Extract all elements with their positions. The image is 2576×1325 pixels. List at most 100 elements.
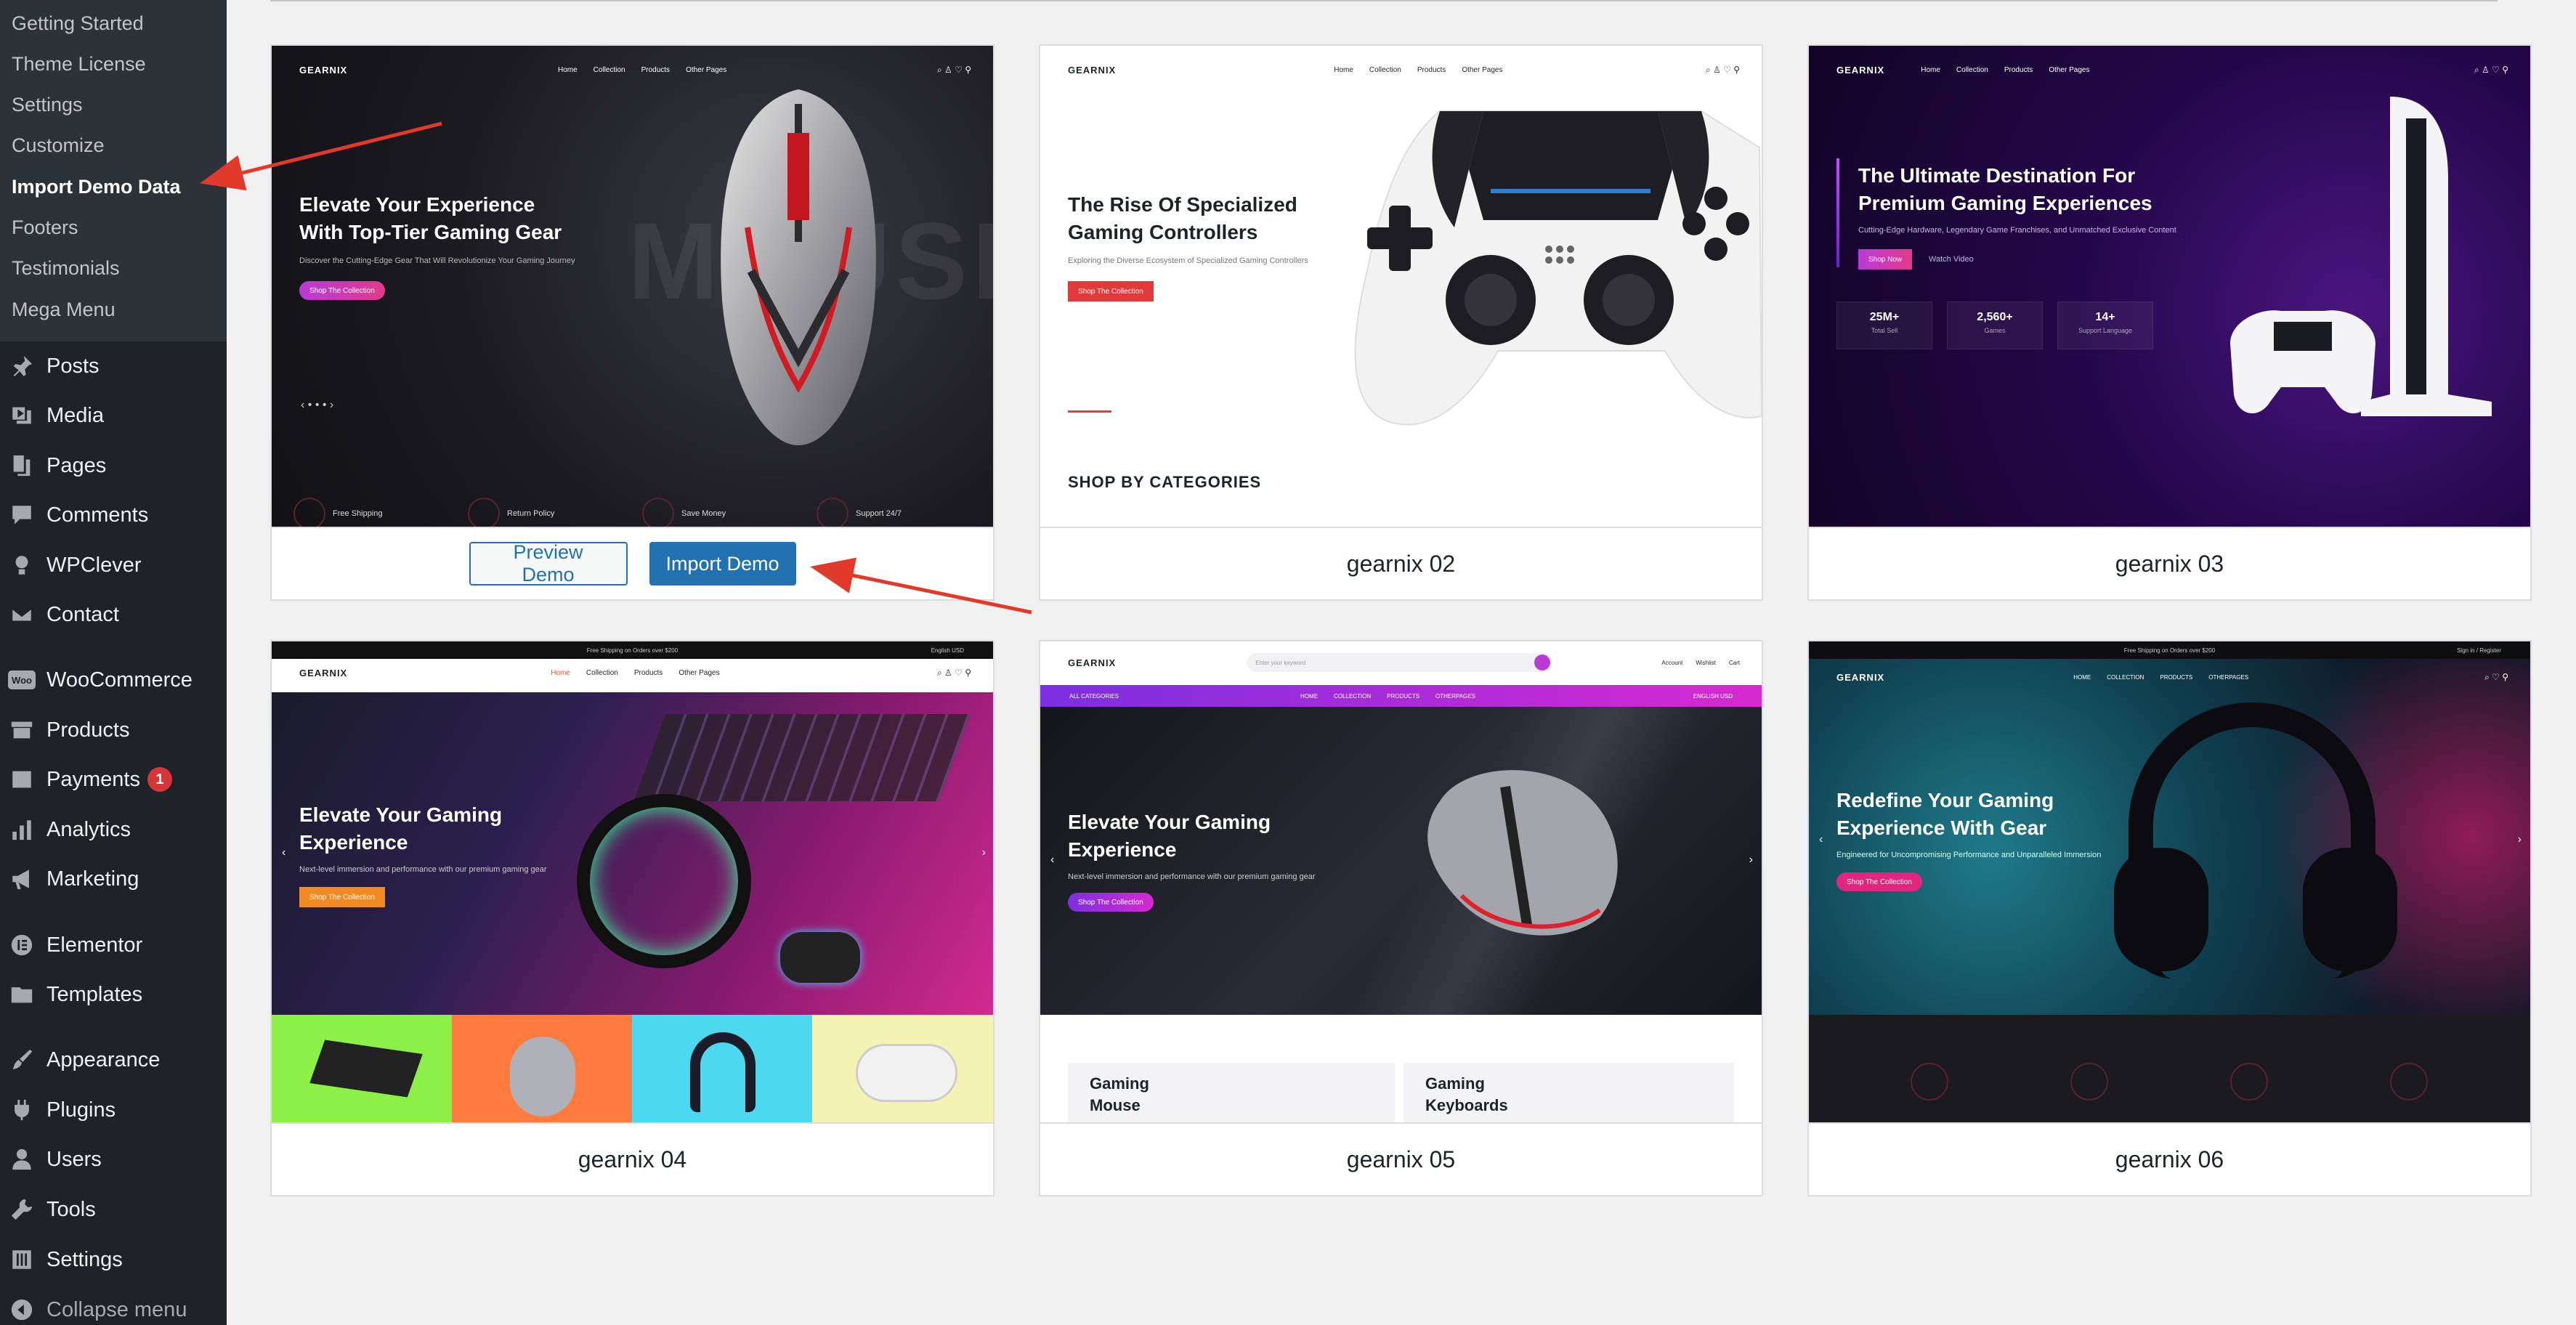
demo-thumbnail[interactable]: Free Shipping on Orders over $200 Sign i… xyxy=(1809,641,2530,1122)
submenu-footers[interactable]: Footers xyxy=(12,215,78,240)
demo-card-gearnix-04[interactable]: Free Shipping on Orders over $200 Englis… xyxy=(270,640,995,1196)
menu-item-users[interactable]: Users xyxy=(7,1141,102,1178)
watch-video-link: Watch Video xyxy=(1929,255,1974,264)
mail-icon xyxy=(7,600,36,629)
thumb-nav: GEARNIX Home Collection Products Other Page… xyxy=(1068,59,1740,81)
menu-label: WooCommerce xyxy=(46,668,193,692)
menu-label: Elementor xyxy=(46,933,143,957)
console-image xyxy=(2230,97,2492,416)
submenu-customize[interactable]: Customize xyxy=(12,133,105,158)
hero-cta: Shop The Collection xyxy=(1836,872,1922,891)
slider-next-icon: › xyxy=(1749,854,1753,866)
brush-icon xyxy=(7,1045,36,1074)
menu-item-templates[interactable]: Templates xyxy=(7,976,142,1013)
menu-item-posts[interactable]: Posts xyxy=(7,348,100,384)
demo-card-actions: Preview Demo Import Demo xyxy=(272,527,993,599)
demo-thumbnail[interactable]: Free Shipping on Orders over $200 Englis… xyxy=(272,641,993,1122)
notification-badge: 1 xyxy=(147,767,172,792)
category-tile-mouse xyxy=(452,1015,632,1122)
demo-thumbnail[interactable]: GEARNIX Home Collection Products Other Page… xyxy=(272,46,993,527)
menu-item-comments[interactable]: Comments xyxy=(7,497,148,533)
menu-label: Users xyxy=(46,1147,102,1171)
collapse-label: Collapse menu xyxy=(46,1297,187,1321)
menu-label: Payments xyxy=(46,767,140,791)
slider-prev-icon: ‹ xyxy=(1819,833,1823,846)
folder-icon xyxy=(7,980,36,1009)
megaphone-icon xyxy=(7,864,36,894)
menu-item-media[interactable]: Media xyxy=(7,397,104,434)
feature-ring-icon xyxy=(2230,1063,2268,1101)
menu-label: Products xyxy=(46,718,130,742)
menu-item-marketing[interactable]: Marketing xyxy=(7,861,139,897)
demo-thumbnail[interactable]: GEARNIX Home Collection Products Other Page… xyxy=(1809,46,2530,527)
plugin-icon xyxy=(7,1095,36,1125)
hero-cta: Shop The Collection xyxy=(1068,893,1154,912)
demo-title: gearnix 04 xyxy=(578,1146,687,1172)
thumb-nav: GEARNIX Home Collection Products Other Page… xyxy=(299,662,971,684)
collapse-menu-button[interactable]: Collapse menu xyxy=(7,1292,187,1325)
feature-ring-icon xyxy=(2070,1063,2108,1101)
hero-headline: The Ultimate Destination For Premium Gami… xyxy=(1858,164,2152,214)
thumb-nav-links: HOME COLLECTION PRODUCTS OTHERPAGES xyxy=(2073,673,2249,681)
demo-card-gearnix-05[interactable]: GEARNIX Enter your keyword Account Wishli… xyxy=(1039,640,1763,1196)
menu-item-tools[interactable]: Tools xyxy=(7,1191,96,1228)
menu-label: Appearance xyxy=(46,1048,161,1071)
hero-subtitle: Exploring the Diverse Ecosystem of Speci… xyxy=(1068,256,1308,265)
hero-cta: Shop Now xyxy=(1858,249,1913,270)
menu-label: Analytics xyxy=(46,817,131,841)
collapse-icon xyxy=(7,1295,36,1324)
demo-card-gearnix-03[interactable]: GEARNIX Home Collection Products Other Page… xyxy=(1807,44,2532,601)
hero-subtitle: Discover the Cutting-Edge Gear That Will… xyxy=(299,256,575,265)
menu-item-appearance[interactable]: Appearance xyxy=(7,1042,160,1078)
menu-item-elementor[interactable]: Elementor xyxy=(7,927,142,963)
demo-thumbnail[interactable]: GEARNIX Enter your keyword Account Wishli… xyxy=(1040,641,1762,1122)
demo-card-gearnix-06[interactable]: Free Shipping on Orders over $200 Sign i… xyxy=(1807,640,2532,1196)
thumb-topbar: Free Shipping on Orders over $200 Englis… xyxy=(272,641,993,659)
submenu-import-demo-data[interactable]: Import Demo Data xyxy=(12,174,181,199)
stat-card: 14+ Support Language xyxy=(2057,301,2153,349)
submenu-settings[interactable]: Settings xyxy=(12,92,83,117)
submenu-testimonials[interactable]: Testimonials xyxy=(12,256,120,280)
submenu-getting-started[interactable]: Getting Started xyxy=(12,11,144,36)
thumb-topbar: Free Shipping on Orders over $200 Sign i… xyxy=(1809,641,2530,659)
menu-item-wpclever[interactable]: WPClever xyxy=(7,547,142,583)
hero-headline: Elevate Your Gaming Experience xyxy=(299,803,503,854)
menu-item-products[interactable]: Products xyxy=(7,712,129,748)
section-heading: SHOP BY CATEGORIES xyxy=(1068,473,1262,491)
menu-label: Pages xyxy=(46,453,107,477)
menu-label: Plugins xyxy=(46,1098,116,1122)
theme-submenu: Getting Started Theme License Settings C… xyxy=(0,0,227,341)
menu-item-pages[interactable]: Pages xyxy=(7,447,106,484)
submenu-mega-menu[interactable]: Mega Menu xyxy=(12,297,116,322)
demo-thumbnail[interactable]: GEARNIX Home Collection Products Other Page… xyxy=(1040,46,1762,527)
thumb-nav-links: Home Collection Products Other Pages xyxy=(1334,65,1503,74)
menu-item-contact[interactable]: Contact xyxy=(7,596,119,633)
category-tile-controller xyxy=(812,1015,993,1122)
preview-demo-button[interactable]: Preview Demo xyxy=(469,541,628,585)
menu-item-payments[interactable]: Payments 1 xyxy=(7,761,172,798)
thumb-purple-nav: ALL CATEGORIES HOME COLLECTION PRODUCTS OTH… xyxy=(1040,685,1762,707)
hero-headline: Elevate Your Gaming Experience xyxy=(1068,811,1271,861)
demo-card-footer: gearnix 04 xyxy=(272,1122,993,1195)
thumb-logo: GEARNIX xyxy=(1836,671,1885,683)
demo-card-gearnix-02[interactable]: GEARNIX Home Collection Products Other Page… xyxy=(1039,44,1763,601)
pin-icon xyxy=(7,352,36,381)
thumb-logo: GEARNIX xyxy=(299,667,348,678)
feature-item: Free Shipping xyxy=(293,498,383,527)
menu-label: Marketing xyxy=(46,867,139,891)
slider-prev-icon: ‹ xyxy=(1050,854,1055,866)
menu-item-analytics[interactable]: Analytics xyxy=(7,811,131,848)
submenu-theme-license[interactable]: Theme License xyxy=(12,52,146,76)
thumb-logo: GEARNIX xyxy=(299,64,348,76)
elementor-icon xyxy=(7,931,36,960)
menu-item-settings[interactable]: Settings xyxy=(7,1241,123,1278)
import-demo-button[interactable]: Import Demo xyxy=(649,542,796,585)
menu-item-plugins[interactable]: Plugins xyxy=(7,1092,116,1128)
demo-title: gearnix 02 xyxy=(1346,550,1456,577)
menu-item-woocommerce[interactable]: Woo WooCommerce xyxy=(7,662,193,698)
thumb-logo: GEARNIX xyxy=(1068,657,1117,668)
archive-icon xyxy=(7,716,36,745)
category-tile-keyboard xyxy=(272,1015,452,1122)
thumb-header-icons: ⌕ ♙ ♡ ⚲ xyxy=(936,64,971,75)
category-card-keyboards: Gaming Keyboards xyxy=(1404,1063,1734,1122)
